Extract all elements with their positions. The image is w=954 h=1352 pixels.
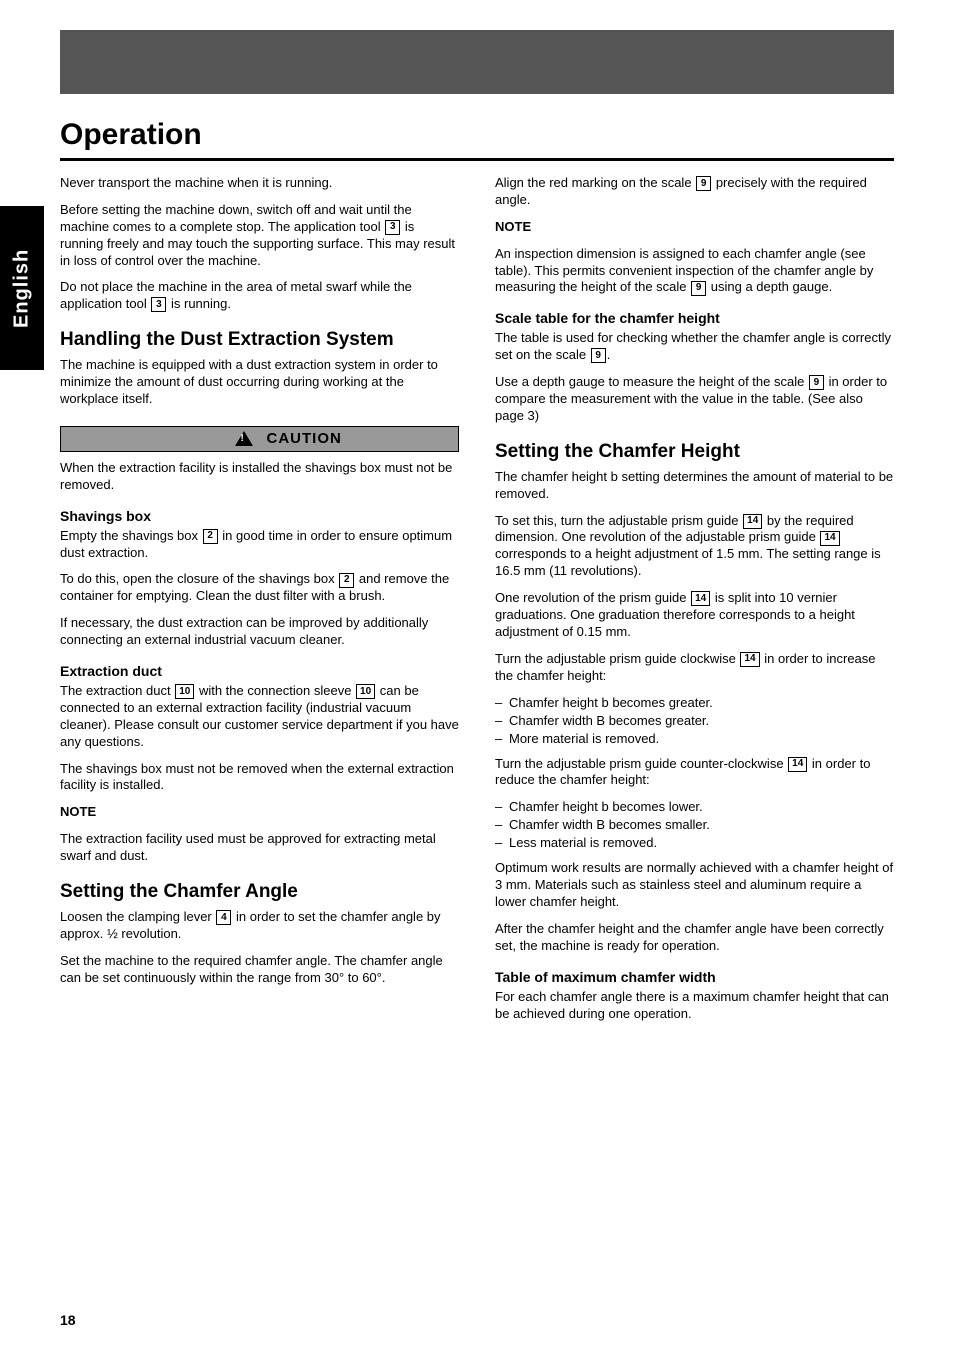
warning-icon <box>235 431 253 446</box>
section-title: Operation <box>60 114 894 161</box>
ref-box: 9 <box>691 281 706 296</box>
bullet-list: Chamfer height b becomes greater. Chamfe… <box>495 695 894 746</box>
subheading-chamfer-height: Setting the Chamfer Height <box>495 441 894 463</box>
text: The extraction duct <box>60 683 171 698</box>
ref-box: 9 <box>696 176 711 191</box>
ref-box: 10 <box>356 684 375 699</box>
text: Loosen the clamping lever <box>60 909 212 924</box>
minihead-extraction-duct: Extraction duct <box>60 663 459 679</box>
text: Use a depth gauge to measure the height … <box>495 374 804 389</box>
text: is running. <box>171 296 231 311</box>
para: An inspection dimension is assigned to e… <box>495 246 894 297</box>
para: Align the red marking on the scale 9 pre… <box>495 175 894 209</box>
para: Turn the adjustable prism guide clockwis… <box>495 651 894 685</box>
caution-text: When the extraction facility is installe… <box>60 460 459 494</box>
subheading-chamfer-angle: Setting the Chamfer Angle <box>60 881 459 903</box>
minihead-shavings-box: Shavings box <box>60 508 459 524</box>
list-item: Chamfer height b becomes greater. <box>495 695 894 710</box>
text: with the connection sleeve <box>199 683 351 698</box>
text: Before setting the machine down, switch … <box>60 202 412 234</box>
text: corresponds to a height adjustment of 1.… <box>495 546 881 578</box>
para: The shavings box must not be removed whe… <box>60 761 459 795</box>
para: The extraction facility used must be app… <box>60 831 459 865</box>
para: Use a depth gauge to measure the height … <box>495 374 894 425</box>
note: NOTE <box>495 219 894 236</box>
minihead-scale-table: Scale table for the chamfer height <box>495 310 894 326</box>
ref-box: 4 <box>216 910 231 925</box>
para: Do not place the machine in the area of … <box>60 279 459 313</box>
ref-box: 2 <box>339 573 354 588</box>
para: Loosen the clamping lever 4 in order to … <box>60 909 459 943</box>
ref-box: 14 <box>740 652 759 667</box>
list-item: Less material is removed. <box>495 835 894 850</box>
para: The table is used for checking whether t… <box>495 330 894 364</box>
caution-bar: CAUTION <box>60 426 459 452</box>
ref-box: 3 <box>385 220 400 235</box>
para: For each chamfer angle there is a maximu… <box>495 989 894 1023</box>
text: Do not place the machine in the area of … <box>60 279 412 311</box>
text: One revolution of the prism guide <box>495 590 687 605</box>
para: The extraction duct 10 with the connecti… <box>60 683 459 751</box>
note: NOTE <box>60 804 459 821</box>
ref-box: 14 <box>820 531 839 546</box>
text: Turn the adjustable prism guide counter-… <box>495 756 784 771</box>
list-item: Chamfer width B becomes smaller. <box>495 817 894 832</box>
text: Empty the shavings box <box>60 528 198 543</box>
para: The machine is equipped with a dust extr… <box>60 357 459 408</box>
text: . <box>607 347 611 362</box>
text: Turn the adjustable prism guide clockwis… <box>495 651 736 666</box>
text: The table is used for checking whether t… <box>495 330 891 362</box>
ref-box: 9 <box>591 348 606 363</box>
text: To set this, turn the adjustable prism g… <box>495 513 739 528</box>
text: To do this, open the closure of the shav… <box>60 571 335 586</box>
list-item: Chamfer width B becomes greater. <box>495 713 894 728</box>
top-banner <box>60 30 894 94</box>
language-tab: English <box>0 206 44 370</box>
ref-box: 2 <box>203 529 218 544</box>
para: One revolution of the prism guide 14 is … <box>495 590 894 641</box>
para: Never transport the machine when it is r… <box>60 175 459 192</box>
text: Align the red marking on the scale <box>495 175 692 190</box>
list-item: Chamfer height b becomes lower. <box>495 799 894 814</box>
para: To do this, open the closure of the shav… <box>60 571 459 605</box>
ref-box: 14 <box>743 514 762 529</box>
ref-box: 10 <box>175 684 194 699</box>
caution-label: CAUTION <box>261 430 459 447</box>
text: using a depth gauge. <box>711 279 832 294</box>
para: After the chamfer height and the chamfer… <box>495 921 894 955</box>
para: Optimum work results are normally achiev… <box>495 860 894 911</box>
ref-box: 3 <box>151 297 166 312</box>
note-label: NOTE <box>60 804 96 819</box>
para: Before setting the machine down, switch … <box>60 202 459 270</box>
para: If necessary, the dust extraction can be… <box>60 615 459 649</box>
ref-box: 14 <box>691 591 710 606</box>
para: To set this, turn the adjustable prism g… <box>495 513 894 581</box>
minihead-max-chamfer-width: Table of maximum chamfer width <box>495 969 894 985</box>
bullet-list: Chamfer height b becomes lower. Chamfer … <box>495 799 894 850</box>
para: The chamfer height b setting determines … <box>495 469 894 503</box>
right-column: Align the red marking on the scale 9 pre… <box>495 175 894 1033</box>
page-number: 18 <box>60 1312 76 1328</box>
para: Empty the shavings box 2 in good time in… <box>60 528 459 562</box>
list-item: More material is removed. <box>495 731 894 746</box>
para: Turn the adjustable prism guide counter-… <box>495 756 894 790</box>
note-label: NOTE <box>495 219 531 234</box>
para: Set the machine to the required chamfer … <box>60 953 459 987</box>
left-column: Never transport the machine when it is r… <box>60 175 459 1033</box>
subheading-dust-extraction: Handling the Dust Extraction System <box>60 329 459 351</box>
ref-box: 14 <box>788 757 807 772</box>
ref-box: 9 <box>809 375 824 390</box>
